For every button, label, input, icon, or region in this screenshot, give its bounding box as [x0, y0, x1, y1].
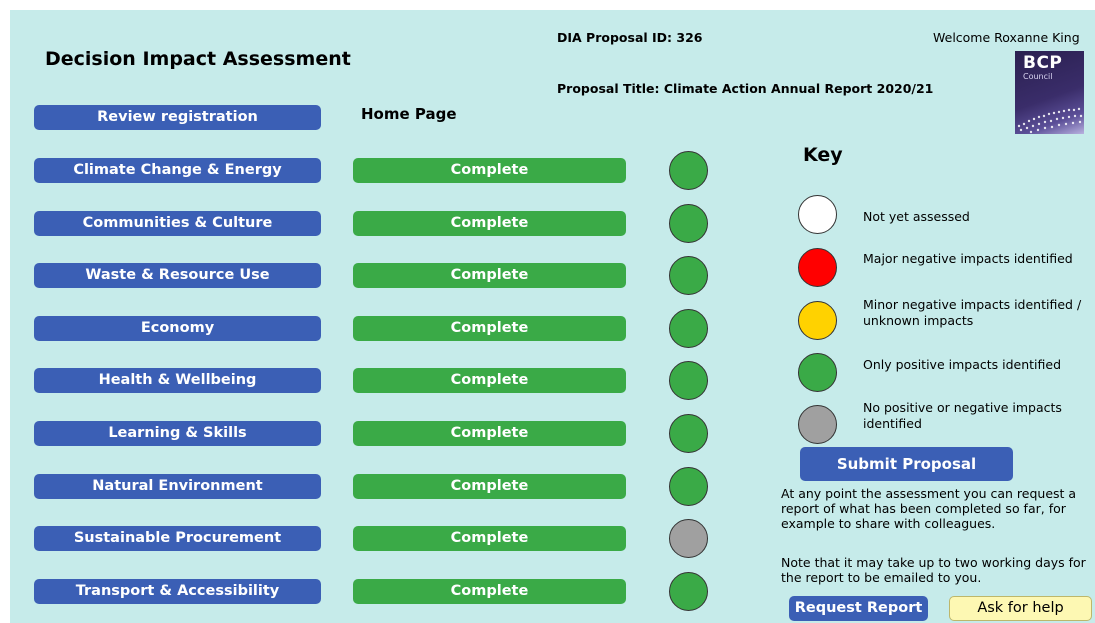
section-status: Complete — [353, 368, 626, 393]
section-button[interactable]: Communities & Culture — [34, 211, 321, 236]
section-button[interactable]: Natural Environment — [34, 474, 321, 499]
section-status: Complete — [353, 316, 626, 341]
section-button[interactable]: Sustainable Procurement — [34, 526, 321, 551]
ask-for-help-button[interactable]: Ask for help — [949, 596, 1092, 621]
page-title: Decision Impact Assessment — [45, 48, 351, 70]
section-button[interactable]: Health & Wellbeing — [34, 368, 321, 393]
section-button[interactable]: Economy — [34, 316, 321, 341]
app-screen: Decision Impact Assessment DIA Proposal … — [10, 10, 1095, 623]
key-swatch — [798, 353, 837, 392]
section-indicator — [669, 572, 708, 611]
section-status: Complete — [353, 421, 626, 446]
section-indicator — [669, 467, 708, 506]
page-label: Home Page — [361, 105, 457, 123]
section-indicator — [669, 414, 708, 453]
key-swatch — [798, 405, 837, 444]
request-report-button[interactable]: Request Report — [789, 596, 928, 621]
section-indicator — [669, 151, 708, 190]
key-swatch — [798, 248, 837, 287]
section-button[interactable]: Waste & Resource Use — [34, 263, 321, 288]
bcp-council-logo: BCP Council — [1015, 51, 1084, 134]
section-button[interactable]: Climate Change & Energy — [34, 158, 321, 183]
logo-dots-graphic — [1017, 107, 1083, 134]
section-indicator — [669, 309, 708, 348]
section-indicator — [669, 519, 708, 558]
section-status: Complete — [353, 526, 626, 551]
welcome-message: Welcome Roxanne King — [933, 30, 1080, 45]
report-delay-note: Note that it may take up to two working … — [781, 555, 1086, 585]
section-status: Complete — [353, 263, 626, 288]
key-label: Only positive impacts identified — [863, 357, 1062, 372]
proposal-id: DIA Proposal ID: 326 — [557, 30, 703, 45]
section-indicator — [669, 204, 708, 243]
section-indicator — [669, 256, 708, 295]
proposal-title: Proposal Title: Climate Action Annual Re… — [557, 81, 934, 96]
key-label: Minor negative impacts identified / unkn… — [863, 297, 1082, 328]
key-title: Key — [803, 144, 843, 166]
section-status: Complete — [353, 211, 626, 236]
logo-sub: Council — [1023, 72, 1053, 81]
review-registration-button[interactable]: Review registration — [34, 105, 321, 130]
section-status: Complete — [353, 474, 626, 499]
section-indicator — [669, 361, 708, 400]
key-label: Major negative impacts identified — [863, 251, 1073, 266]
section-status: Complete — [353, 579, 626, 604]
key-label: Not yet assessed — [863, 209, 970, 224]
logo-name: BCP — [1023, 53, 1063, 73]
report-note: At any point the assessment you can requ… — [781, 486, 1077, 531]
section-status: Complete — [353, 158, 626, 183]
submit-proposal-button[interactable]: Submit Proposal — [800, 447, 1013, 481]
key-swatch — [798, 301, 837, 340]
section-button[interactable]: Transport & Accessibility — [34, 579, 321, 604]
section-button[interactable]: Learning & Skills — [34, 421, 321, 446]
key-swatch — [798, 195, 837, 234]
key-label: No positive or negative impacts identifi… — [863, 400, 1062, 431]
